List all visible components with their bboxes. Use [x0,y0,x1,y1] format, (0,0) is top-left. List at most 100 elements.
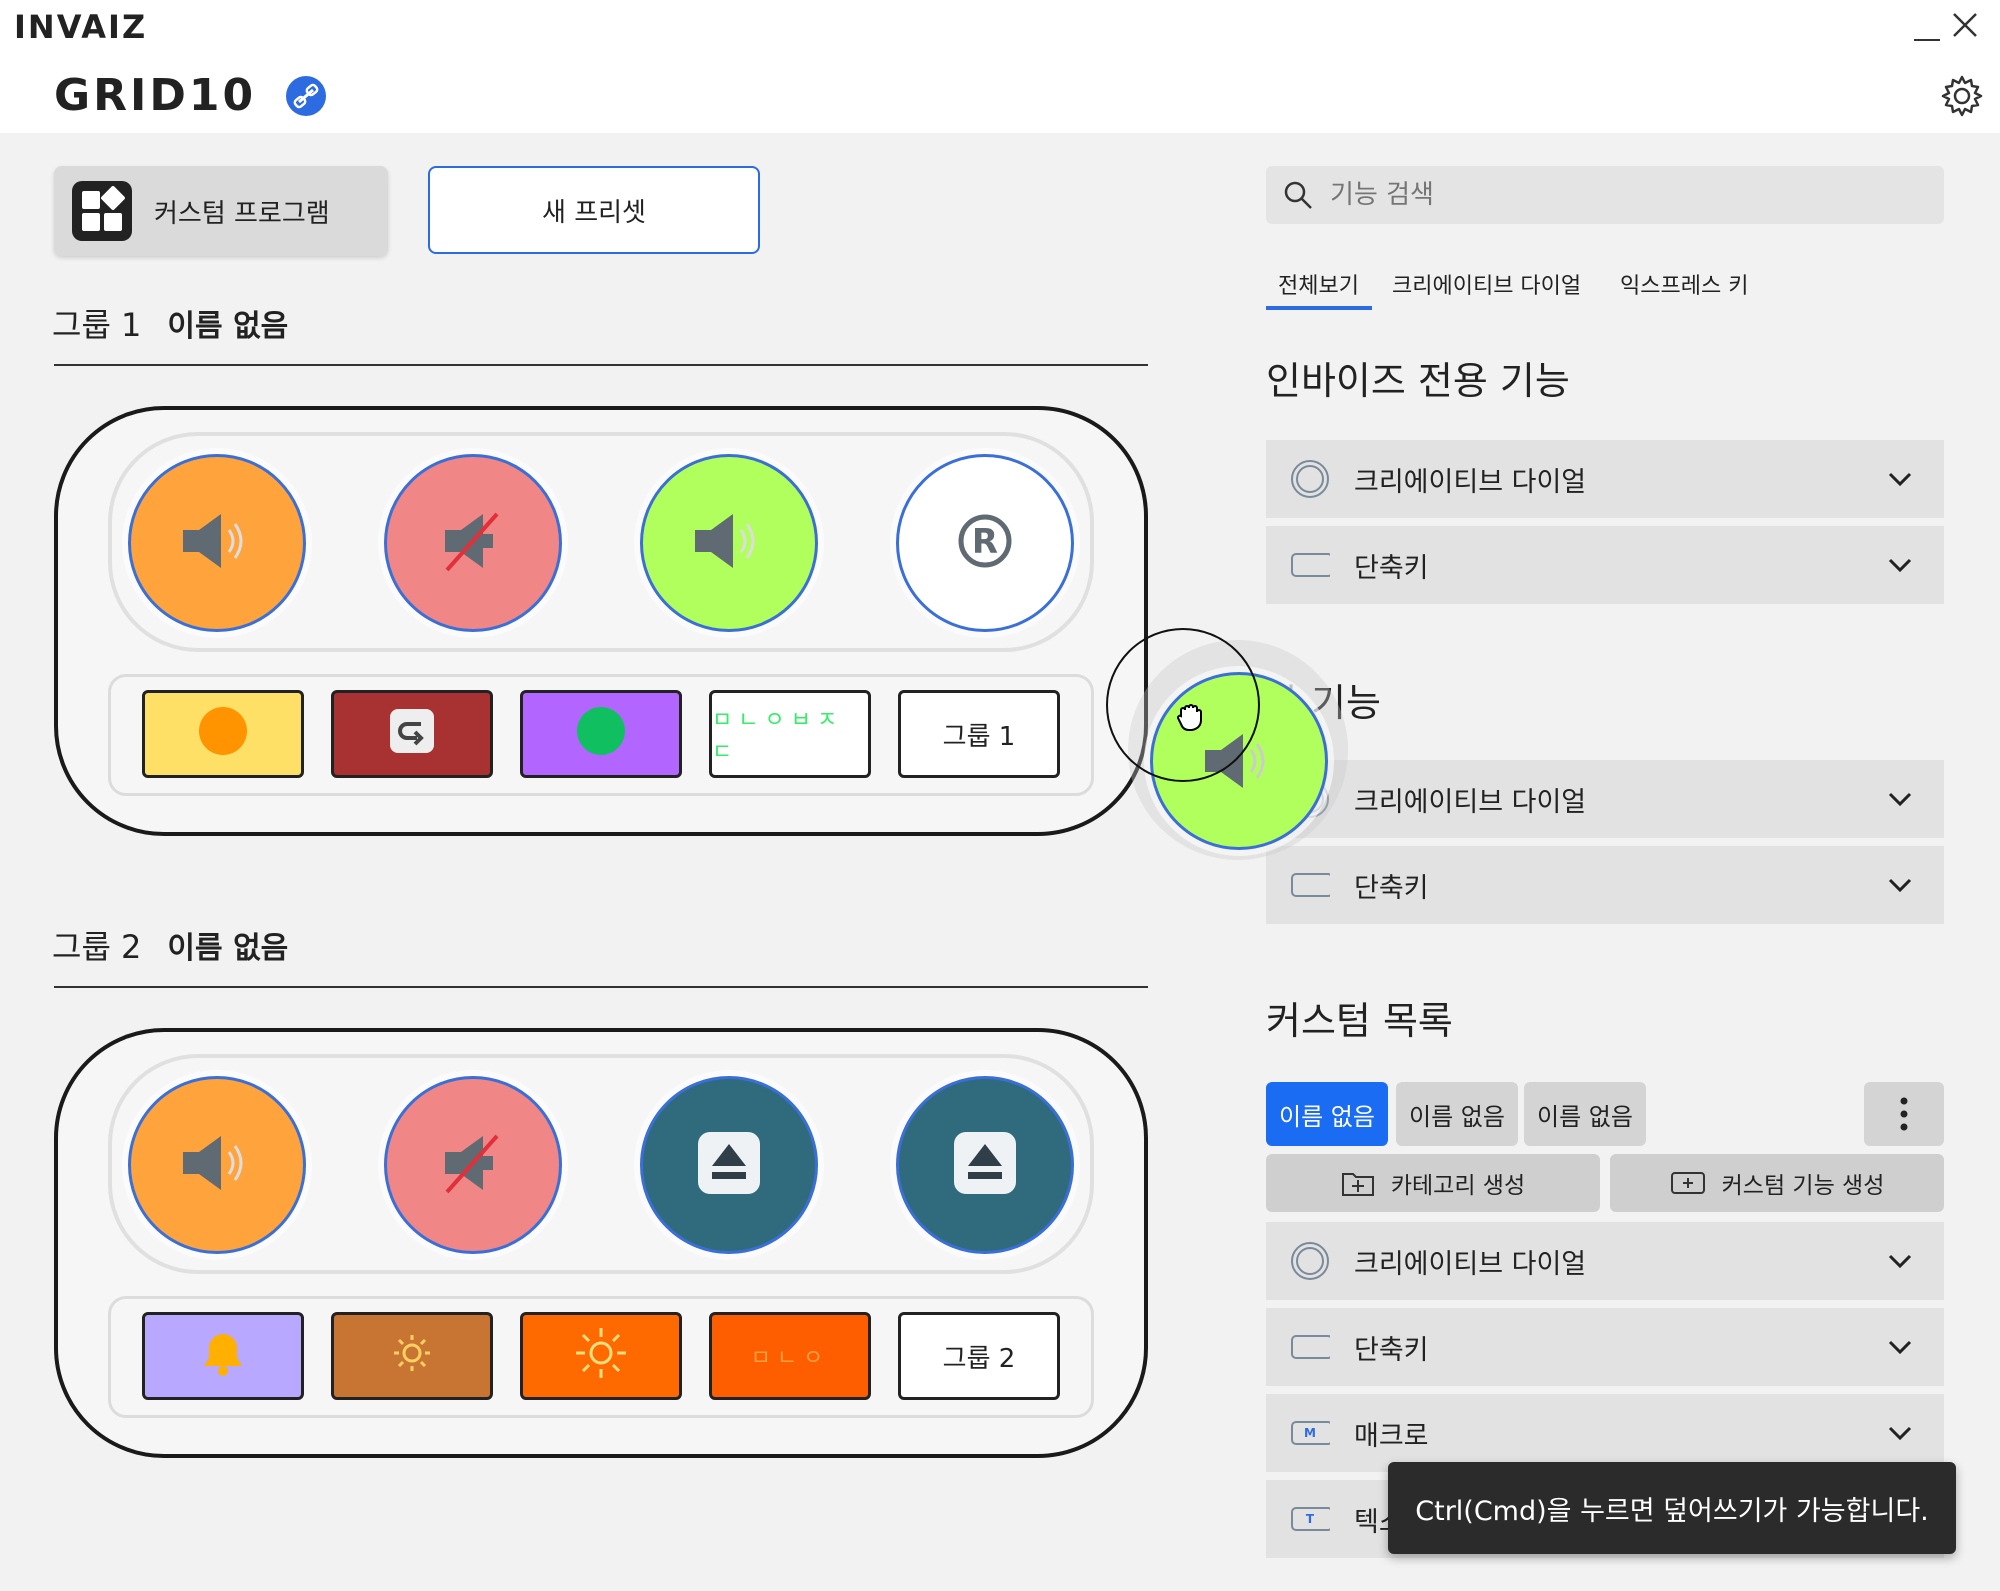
mute-icon [431,506,515,580]
express-key[interactable] [520,1312,682,1400]
function-row-label: 크리에이티브 다이얼 [1354,1248,1587,1280]
knob[interactable] [128,1076,306,1254]
knob[interactable] [384,454,562,632]
search-icon [1284,181,1312,209]
settings-button[interactable] [1940,74,1984,118]
close-icon [1953,13,1977,37]
volume-up-icon [175,1128,259,1202]
toast-message: Ctrl(Cmd)을 누르면 덮어쓰기가 가능합니다. [1388,1462,1956,1554]
function-row[interactable]: 크리에이티브 다이얼 [1266,1222,1944,1300]
undo-icon [389,708,435,761]
group-key[interactable]: 그룹 1 [898,690,1060,778]
knob[interactable] [640,454,818,632]
kebab-menu-icon [1900,1097,1908,1131]
express-key[interactable] [331,690,493,778]
custom-program-label: 커스텀 프로그램 [154,198,330,229]
group-key[interactable]: 그룹 2 [898,1312,1060,1400]
keyboard-key-icon [1290,865,1330,905]
minimize-button[interactable] [1912,14,1942,44]
mute-icon [431,1128,515,1202]
custom-chip-active[interactable]: 이름 없음 [1266,1082,1388,1146]
function-row[interactable]: 단축키 [1266,526,1944,604]
custom-chip[interactable]: 이름 없음 [1524,1082,1646,1146]
create-category-label: 카테고리 생성 [1390,1173,1526,1199]
brand-logo: INVAIZ [14,8,148,46]
macro-icon: M [1290,1413,1330,1453]
green-dot-icon [575,705,627,764]
group-name[interactable]: 이름 없음 [167,309,288,344]
volume-up-icon [175,506,259,580]
icon-badge: M [1304,1426,1316,1440]
express-key[interactable]: ㅁㄴㅇㅂㅈㄷ [709,690,871,778]
function-row-label: 매크로 [1354,1420,1429,1452]
group-2-header: 그룹 2 이름 없음 [52,922,288,968]
add-key-icon [1670,1172,1705,1194]
folder-add-icon [1341,1173,1374,1196]
group-name[interactable]: 이름 없음 [167,931,288,966]
divider [54,986,1148,988]
tab-creative-dial[interactable]: 크리에이티브 다이얼 [1392,268,1581,300]
icon-badge: T [1305,1512,1315,1526]
svg-text:R: R [972,522,998,562]
close-button[interactable] [1950,10,1980,40]
function-row[interactable]: 단축키 [1266,1308,1944,1386]
function-row[interactable]: M 매크로 [1266,1394,1944,1472]
chevron-down-icon [1880,1241,1920,1281]
function-row[interactable]: 크리에이티브 다이얼 [1266,440,1944,518]
volume-up-icon [687,506,771,580]
custom-chip[interactable]: 이름 없음 [1396,1082,1518,1146]
section-title-custom: 커스텀 목록 [1266,999,1453,1043]
search-input[interactable] [1328,179,1892,211]
function-row[interactable]: 단축키 [1266,846,1944,924]
knob[interactable] [128,454,306,632]
active-tab-indicator [1266,306,1372,310]
knob[interactable] [384,1076,562,1254]
keyboard-key-icon [1290,545,1330,585]
more-options-button[interactable] [1864,1082,1944,1146]
function-row[interactable]: 크리에이티브 다이얼 [1266,760,1944,838]
create-custom-function-label: 커스텀 기능 생성 [1721,1173,1885,1199]
knob[interactable]: R® [896,454,1074,632]
brightness-low-icon [390,1331,434,1382]
tab-all[interactable]: 전체보기 [1278,268,1359,300]
product-logo: GRID10 [54,70,257,121]
function-row-label: 크리에이티브 다이얼 [1354,786,1587,818]
group-1-header: 그룹 1 이름 없음 [52,300,288,346]
divider [54,364,1148,366]
chevron-down-icon [1880,545,1920,585]
minimize-icon [1914,39,1940,41]
group-key-label: 그룹 1 [942,721,1016,752]
tab-express-key[interactable]: 익스프레스 키 [1620,268,1748,300]
chevron-down-icon [1880,779,1920,819]
korean-text-icon: ㅁㄴㅇ [750,1346,830,1371]
knob[interactable] [640,1076,818,1254]
group-label: 그룹 2 [52,928,142,966]
link-icon[interactable] [286,76,326,116]
new-preset-button[interactable]: 새 프리셋 [428,166,760,254]
express-key[interactable] [142,690,304,778]
registered-icon: R [955,511,1015,575]
express-key[interactable] [331,1312,493,1400]
express-key[interactable] [520,690,682,778]
group-key-label: 그룹 2 [942,1343,1016,1374]
chevron-down-icon [1880,1413,1920,1453]
function-row-label: 단축키 [1354,1334,1429,1366]
group-label: 그룹 1 [52,306,142,344]
chevron-down-icon [1880,459,1920,499]
express-key[interactable]: ㅁㄴㅇ [709,1312,871,1400]
create-custom-function-button[interactable]: 커스텀 기능 생성 [1610,1154,1944,1212]
function-row-label: 단축키 [1354,552,1429,584]
apps-icon [72,181,132,241]
create-category-button[interactable]: 카테고리 생성 [1266,1154,1600,1212]
chevron-down-icon [1880,865,1920,905]
search-bar[interactable] [1266,166,1944,224]
dial-icon [1290,459,1330,499]
keyboard-key-icon [1290,1327,1330,1367]
function-row-label: 크리에이티브 다이얼 [1354,466,1587,498]
custom-program-button[interactable]: 커스텀 프로그램 [54,166,388,256]
text-icon: T [1290,1499,1330,1539]
knob[interactable] [896,1076,1074,1254]
section-title-invaiz: 인바이즈 전용 기능 [1266,359,1570,403]
gear-icon [1941,75,1983,117]
express-key[interactable] [142,1312,304,1400]
